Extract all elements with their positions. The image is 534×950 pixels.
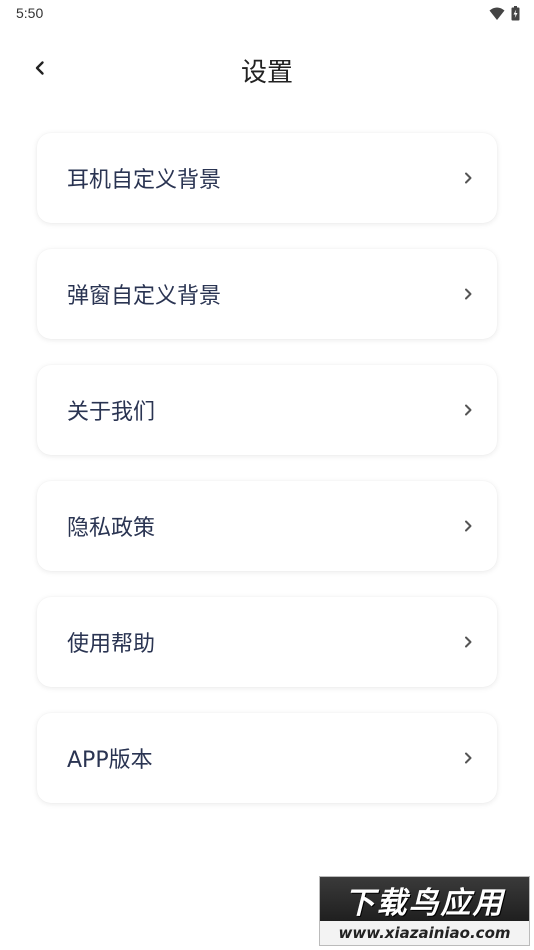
settings-screen: 5:50 设置 耳机自定义背景 弹窗自定义背景 关于我们 隐私政策 使用帮助 A… xyxy=(0,0,534,950)
watermark-logo-area: 下载鸟应用 xyxy=(320,877,529,923)
menu-item-label: 隐私政策 xyxy=(67,516,156,541)
wifi-icon xyxy=(489,7,505,20)
watermark-logo: 下载鸟应用 xyxy=(344,886,505,921)
header: 设置 xyxy=(0,40,534,100)
menu-item-headphone-background[interactable]: 耳机自定义背景 xyxy=(37,133,497,223)
menu-item-label: 耳机自定义背景 xyxy=(67,168,222,193)
menu-item-label: 弹窗自定义背景 xyxy=(67,284,222,309)
menu-item-app-version[interactable]: APP版本 xyxy=(37,713,497,803)
chevron-right-icon xyxy=(465,404,472,416)
page-title: 设置 xyxy=(240,58,293,88)
watermark-url-area: www.xiazainiao.com xyxy=(320,921,529,945)
chevron-right-icon xyxy=(465,520,472,532)
chevron-right-icon xyxy=(465,636,472,648)
battery-charging-icon xyxy=(511,6,520,21)
status-time: 5:50 xyxy=(16,5,44,21)
watermark-url: www.xiazainiao.com xyxy=(338,924,511,942)
chevron-right-icon xyxy=(465,752,472,764)
chevron-right-icon xyxy=(465,288,472,300)
menu-item-label: APP版本 xyxy=(67,748,153,773)
status-icons xyxy=(489,6,520,21)
menu-item-popup-background[interactable]: 弹窗自定义背景 xyxy=(37,249,497,339)
settings-menu-list: 耳机自定义背景 弹窗自定义背景 关于我们 隐私政策 使用帮助 APP版本 xyxy=(37,133,497,829)
status-bar: 5:50 xyxy=(0,0,534,28)
menu-item-about-us[interactable]: 关于我们 xyxy=(37,365,497,455)
menu-item-help[interactable]: 使用帮助 xyxy=(37,597,497,687)
menu-item-label: 关于我们 xyxy=(67,400,156,425)
menu-item-privacy-policy[interactable]: 隐私政策 xyxy=(37,481,497,571)
menu-item-label: 使用帮助 xyxy=(67,632,156,657)
site-watermark: 下载鸟应用 www.xiazainiao.com xyxy=(319,876,530,946)
chevron-right-icon xyxy=(465,172,472,184)
